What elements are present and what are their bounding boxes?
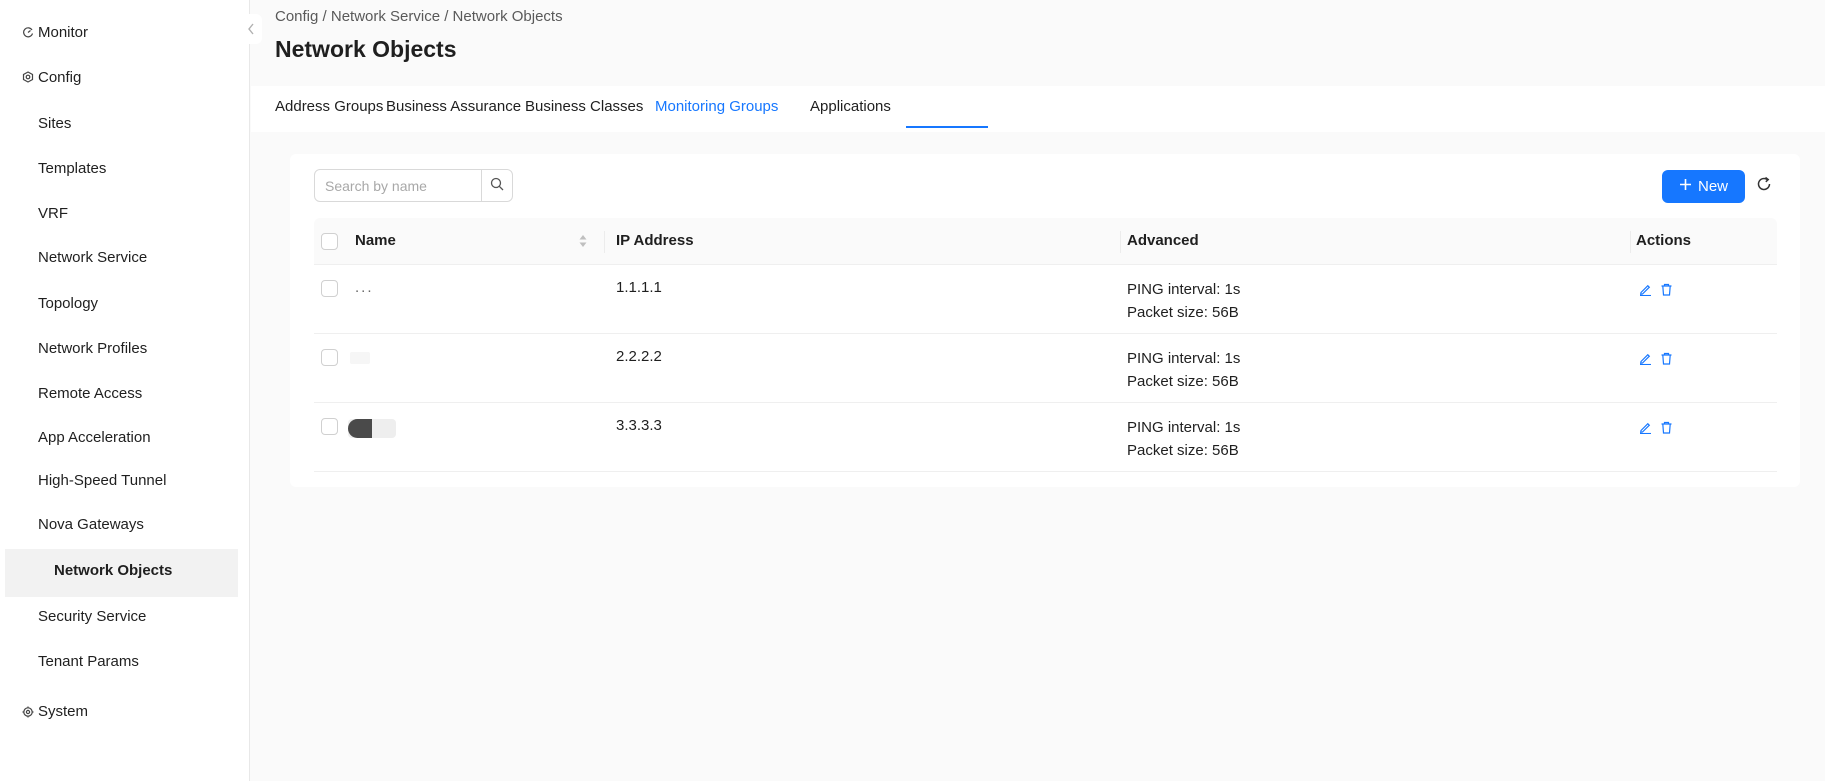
search-input[interactable] [314,169,482,202]
row-packet-size: Packet size: 56B [1127,442,1239,459]
sidebar-item-topology[interactable]: Topology [38,293,98,315]
edit-icon[interactable] [1637,419,1653,435]
row-ping-interval: PING interval: 1s [1127,350,1241,367]
table-row: ... 1.1.1.1 PING interval: 1s Packet siz… [314,265,1777,334]
sidebar-item-vrf[interactable]: VRF [38,203,68,225]
sidebar-item-sites[interactable]: Sites [38,113,71,135]
column-header-ip-address: IP Address [616,232,694,249]
row-advanced: PING interval: 1s Packet size: 56B [1127,347,1240,393]
plus-icon [1679,178,1692,195]
sidebar: Monitor Config Sites Templates VRF Netwo… [0,0,250,781]
row-advanced: PING interval: 1s Packet size: 56B [1127,278,1240,324]
tab-monitoring-groups[interactable]: Monitoring Groups [655,98,778,115]
tabs-bar: Address Groups Business Assurance Busine… [251,86,1825,132]
column-separator [1120,231,1121,253]
nav-system[interactable]: System [0,691,250,731]
sidebar-item-templates[interactable]: Templates [38,158,106,180]
row-ping-interval: PING interval: 1s [1127,281,1241,298]
monitoring-groups-card: New Name IP Address Advanced Actions ...… [290,154,1800,487]
system-icon [22,706,34,718]
sidebar-item-security-service[interactable]: Security Service [38,606,146,628]
config-icon [22,71,34,83]
tab-business-classes[interactable]: Business Classes [525,98,643,115]
row-name [350,352,370,364]
sidebar-item-tenant-params[interactable]: Tenant Params [38,651,139,673]
nav-config-label: Config [38,68,82,86]
column-header-advanced: Advanced [1127,232,1199,249]
column-separator [604,231,605,253]
delete-icon[interactable] [1658,350,1674,366]
breadcrumb: Config / Network Service / Network Objec… [275,8,563,25]
row-ip-address: 2.2.2.2 [616,348,662,365]
edit-icon[interactable] [1637,350,1653,366]
sidebar-item-app-acceleration[interactable]: App Acceleration [38,427,151,449]
row-checkbox[interactable] [321,280,338,297]
table-row: 3.3.3.3 PING interval: 1s Packet size: 5… [314,403,1777,472]
refresh-icon [1756,176,1772,196]
row-name [348,419,396,438]
nav-monitor-label: Monitor [38,23,89,41]
row-name-toggle-knob [348,419,372,438]
column-separator [1630,231,1631,253]
row-packet-size: Packet size: 56B [1127,304,1239,321]
collapse-chevron-icon[interactable] [240,14,262,44]
row-packet-size: Packet size: 56B [1127,373,1239,390]
row-ip-address: 1.1.1.1 [616,279,662,296]
row-advanced: PING interval: 1s Packet size: 56B [1127,416,1240,462]
nav-monitor[interactable]: Monitor [0,12,250,52]
table-row: 2.2.2.2 PING interval: 1s Packet size: 5… [314,334,1777,403]
row-name: ... [355,279,374,296]
sidebar-item-high-speed-tunnel[interactable]: High-Speed Tunnel [38,470,166,492]
sidebar-item-network-service[interactable]: Network Service [38,247,147,269]
search-icon [490,177,504,195]
sidebar-item-nova-gateways[interactable]: Nova Gateways [38,514,144,536]
sidebar-item-network-objects-label: Network Objects [54,562,173,579]
sidebar-item-network-profiles[interactable]: Network Profiles [38,338,147,360]
column-header-actions: Actions [1636,232,1692,249]
row-ip-address: 3.3.3.3 [616,417,662,434]
search-button[interactable] [481,169,513,202]
nav-config[interactable]: Config [0,57,250,97]
row-ping-interval: PING interval: 1s [1127,419,1241,436]
tab-applications[interactable]: Applications [810,98,891,115]
sidebar-item-remote-access[interactable]: Remote Access [38,383,142,405]
nav-system-label: System [38,702,89,720]
new-button[interactable]: New [1662,170,1745,203]
active-tab-indicator [906,126,988,128]
sidebar-item-network-objects[interactable]: Network Objects [5,549,238,597]
edit-icon[interactable] [1637,281,1653,297]
delete-icon[interactable] [1658,419,1674,435]
select-all-checkbox[interactable] [321,233,338,250]
tab-address-groups[interactable]: Address Groups [275,98,383,115]
row-checkbox[interactable] [321,418,338,435]
delete-icon[interactable] [1658,281,1674,297]
monitor-icon [22,26,34,38]
refresh-button[interactable] [1752,174,1776,198]
new-button-label: New [1697,178,1728,195]
sort-icon[interactable] [578,232,588,250]
page-title: Network Objects [275,36,457,62]
tab-business-assurance[interactable]: Business Assurance [386,98,521,115]
row-checkbox[interactable] [321,349,338,366]
column-header-name[interactable]: Name [355,232,396,249]
table-header: Name IP Address Advanced Actions [314,218,1777,265]
